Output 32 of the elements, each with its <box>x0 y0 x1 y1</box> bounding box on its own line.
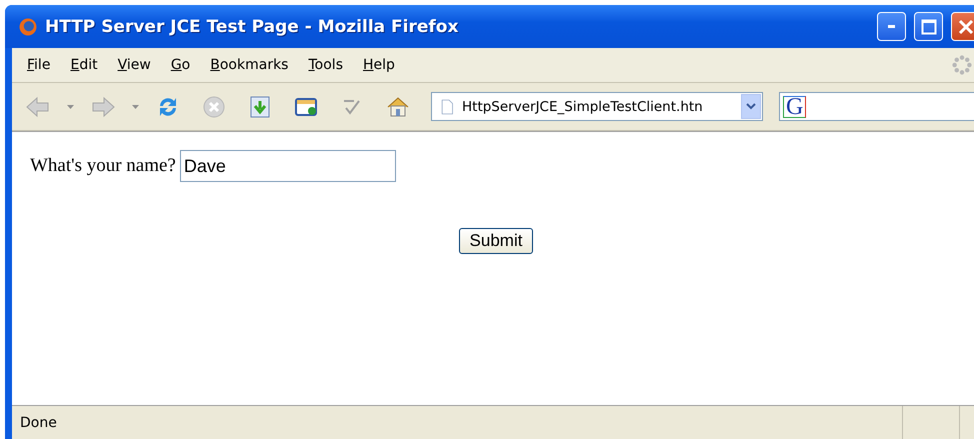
menu-item[interactable]: Edit <box>60 57 108 73</box>
search-engine-logo[interactable]: G <box>783 96 806 118</box>
search-field[interactable]: G <box>779 92 974 121</box>
throbber-icon <box>950 53 974 77</box>
back-history-button[interactable] <box>67 104 74 108</box>
caret-icon <box>67 104 74 108</box>
name-label: What's your name? <box>30 155 176 177</box>
caret-icon <box>132 104 139 108</box>
stop-icon <box>201 94 227 120</box>
minimize-button[interactable] <box>877 12 906 41</box>
url-dropdown-button[interactable] <box>741 94 761 119</box>
firefox-icon <box>17 16 39 38</box>
maximize-icon <box>920 18 936 34</box>
forward-history-button[interactable] <box>132 104 139 108</box>
url-text: HttpServerJCE_SimpleTestClient.htn <box>462 98 704 114</box>
menu-item[interactable]: File <box>17 57 60 73</box>
submit-button[interactable]: Submit <box>458 228 534 254</box>
close-icon <box>958 18 974 34</box>
minimize-icon <box>888 25 895 28</box>
stop-button[interactable] <box>201 94 227 120</box>
window-title: HTTP Server JCE Test Page - Mozilla Firefox <box>45 16 460 36</box>
status-text: Done <box>19 414 58 432</box>
close-button[interactable] <box>951 12 974 41</box>
menu-item[interactable]: Help <box>353 57 405 73</box>
menu-item[interactable]: Tools <box>298 57 353 73</box>
address-bar[interactable]: HttpServerJCE_SimpleTestClient.htn <box>431 92 763 121</box>
menu-item[interactable]: View <box>108 57 161 73</box>
chevron-down-icon <box>746 102 756 110</box>
menu-item[interactable]: Go <box>160 57 200 73</box>
name-input[interactable]: Dave <box>180 150 396 182</box>
menu-item[interactable]: Bookmarks <box>200 57 298 73</box>
maximize-button[interactable] <box>914 12 943 41</box>
